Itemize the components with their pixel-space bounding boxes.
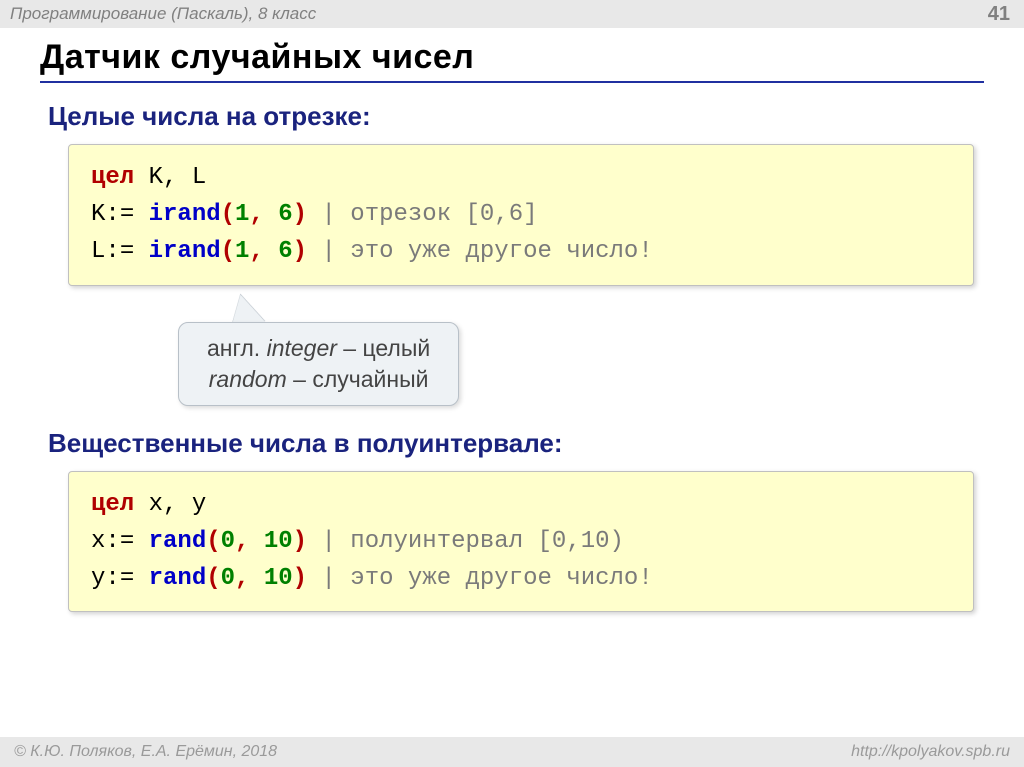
paren-open: ( — [206, 528, 220, 555]
paren-open: ( — [221, 238, 235, 265]
paren-close: ) — [293, 201, 307, 228]
arg-0: 0 — [221, 565, 235, 592]
code-block-integers: цел K, L K:= irand(1, 6) | отрезок [0,6]… — [68, 144, 974, 286]
paren-open: ( — [221, 201, 235, 228]
code-line-1: цел K, L — [91, 159, 951, 196]
comma: , — [235, 528, 249, 555]
func-irand: irand — [149, 238, 221, 265]
decl-xy: x, y — [134, 491, 206, 518]
comment-drugoe: | это уже другое число! — [307, 565, 653, 592]
section-heading-integers: Целые числа на отрезке: — [48, 101, 984, 132]
code-line-2: x:= rand(0, 10) | полуинтервал [0,10) — [91, 523, 951, 560]
slide-title: Датчик случайных чисел — [40, 38, 984, 83]
arg-1: 1 — [235, 238, 249, 265]
paren-close: ) — [293, 565, 307, 592]
code-line-2: K:= irand(1, 6) | отрезок [0,6] — [91, 196, 951, 233]
assign: = — [120, 238, 134, 265]
comma: , — [235, 565, 249, 592]
keyword-cel: цел — [91, 491, 134, 518]
callout-box: англ. integer – целый random – случайный — [178, 322, 459, 406]
comma: , — [249, 238, 263, 265]
arg-1: 1 — [235, 201, 249, 228]
func-irand: irand — [149, 201, 221, 228]
paren-close: ) — [293, 238, 307, 265]
page-number: 41 — [988, 3, 1010, 26]
arg-10: 10 — [264, 565, 293, 592]
callout-integer: integer — [267, 335, 337, 361]
comment-drugoe: | это уже другое число! — [307, 238, 653, 265]
slide-footer: © К.Ю. Поляков, Е.А. Ерёмин, 2018 http:/… — [0, 737, 1024, 767]
callout-tail — [229, 292, 266, 325]
assign: = — [120, 565, 134, 592]
lhs-K: K: — [91, 201, 120, 228]
assign: = — [120, 528, 134, 555]
footer-url: http://kpolyakov.spb.ru — [851, 743, 1010, 761]
paren-open: ( — [206, 565, 220, 592]
lhs-L: L: — [91, 238, 120, 265]
slide-body: Датчик случайных чисел Целые числа на от… — [0, 28, 1024, 612]
code-line-3: y:= rand(0, 10) | это уже другое число! — [91, 560, 951, 597]
paren-close: ) — [293, 528, 307, 555]
func-rand: rand — [149, 565, 207, 592]
comment-otrezok: | отрезок [0,6] — [307, 201, 537, 228]
section-heading-reals: Вещественные числа в полуинтервале: — [48, 428, 984, 459]
arg-6: 6 — [278, 238, 292, 265]
code-block-reals: цел x, y x:= rand(0, 10) | полуинтервал … — [68, 471, 974, 613]
func-rand: rand — [149, 528, 207, 555]
keyword-cel: цел — [91, 164, 134, 191]
arg-10: 10 — [264, 528, 293, 555]
callout-line-1: англ. integer – целый — [207, 333, 430, 364]
assign: = — [120, 201, 134, 228]
code-line-1: цел x, y — [91, 486, 951, 523]
slide-header: Программирование (Паскаль), 8 класс 41 — [0, 0, 1024, 28]
arg-6: 6 — [278, 201, 292, 228]
lhs-y: y: — [91, 565, 120, 592]
callout-prefix: англ. — [207, 335, 267, 361]
lhs-x: x: — [91, 528, 120, 555]
arg-0: 0 — [221, 528, 235, 555]
callout-line-2: random – случайный — [207, 364, 430, 395]
callout-random: random — [209, 366, 287, 392]
header-subject: Программирование (Паскаль), 8 класс — [10, 4, 316, 24]
decl-KL: K, L — [134, 164, 206, 191]
code-line-3: L:= irand(1, 6) | это уже другое число! — [91, 233, 951, 270]
callout-container: англ. integer – целый random – случайный — [40, 298, 984, 418]
callout-sluch: – случайный — [287, 366, 429, 392]
comment-poluinterval: | полуинтервал [0,10) — [307, 528, 624, 555]
footer-copyright: © К.Ю. Поляков, Е.А. Ерёмин, 2018 — [14, 743, 277, 761]
callout-tsely: – целый — [337, 335, 430, 361]
comma: , — [249, 201, 263, 228]
